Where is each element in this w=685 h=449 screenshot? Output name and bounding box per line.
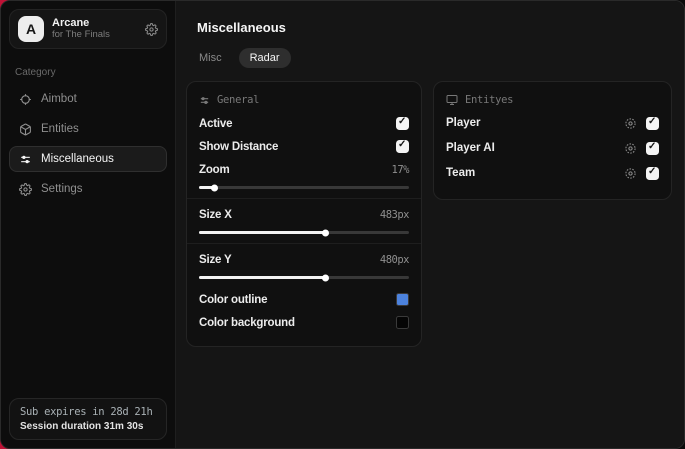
- zoom-slider[interactable]: [199, 184, 409, 191]
- entity-label: Player AI: [446, 142, 495, 154]
- tab-radar[interactable]: Radar: [238, 48, 291, 68]
- app-name: Arcane: [52, 17, 90, 30]
- page-title: Miscellaneous: [197, 20, 286, 35]
- gear-icon: [19, 182, 32, 196]
- gear-icon[interactable]: [145, 22, 158, 36]
- profile-card: A Arcane for The Finals: [9, 9, 167, 49]
- size-y-value: 480px: [379, 253, 410, 266]
- sidebar-item-entities[interactable]: Entities: [9, 116, 167, 142]
- tab-misc[interactable]: Misc: [188, 48, 233, 68]
- setting-row-active: Active: [199, 112, 409, 135]
- entity-row-player-ai: Player AI: [446, 137, 659, 159]
- size-x-value: 483px: [379, 208, 410, 221]
- app-subtitle: for The Finals: [52, 28, 110, 40]
- zoom-value: 17%: [391, 163, 410, 176]
- monitor-icon: [446, 94, 458, 106]
- sidebar-item-label: Miscellaneous: [41, 153, 114, 165]
- show-distance-checkbox[interactable]: [396, 139, 409, 153]
- sliders-icon: [199, 95, 210, 106]
- crosshair-icon: [19, 93, 32, 106]
- setting-label: Zoom: [199, 163, 230, 176]
- tab-bar: Misc Radar: [188, 48, 684, 68]
- player-checkbox[interactable]: [646, 116, 659, 130]
- sidebar-item-miscellaneous[interactable]: Miscellaneous: [9, 146, 167, 172]
- entity-row-team: Team: [446, 162, 659, 184]
- color-background-swatch[interactable]: [396, 316, 409, 329]
- size-x-slider[interactable]: [199, 229, 409, 236]
- setting-row-color-outline: Color outline: [199, 288, 409, 311]
- setting-label: Color background: [199, 316, 295, 329]
- cube-icon: [19, 123, 32, 136]
- gear-icon[interactable]: [624, 142, 637, 155]
- setting-label: Size X: [199, 208, 232, 221]
- sliders-icon: [19, 153, 32, 166]
- active-checkbox[interactable]: [396, 116, 409, 130]
- entity-label: Team: [446, 167, 476, 179]
- size-y-slider[interactable]: [199, 274, 409, 281]
- setting-label: Size Y: [199, 253, 232, 266]
- sidebar-item-aimbot[interactable]: Aimbot: [9, 86, 167, 112]
- setting-label: Show Distance: [199, 140, 279, 153]
- setting-row-show-distance: Show Distance: [199, 135, 409, 158]
- setting-row-zoom: Zoom 17%: [199, 158, 410, 181]
- main-content: Miscellaneous Misc Radar General Active: [176, 1, 684, 448]
- panel-general: General Active Show Distance Zoom 17%: [186, 81, 422, 347]
- sidebar: A Arcane for The Finals Category Aimbot: [1, 1, 176, 448]
- gear-icon[interactable]: [624, 117, 637, 130]
- player-ai-checkbox[interactable]: [646, 141, 659, 155]
- panel-entities: Entityes Player Player AI: [433, 81, 672, 200]
- slider-thumb[interactable]: [322, 274, 329, 281]
- setting-label: Active: [199, 117, 233, 130]
- app-window: A Arcane for The Finals Category Aimbot: [0, 0, 685, 449]
- category-label: Category: [15, 67, 56, 78]
- divider: [187, 198, 421, 199]
- panel-header-label: General: [217, 94, 260, 106]
- entity-row-player: Player: [446, 112, 659, 134]
- slider-thumb[interactable]: [210, 184, 218, 191]
- session-duration-text: Session duration 31m 30s: [20, 421, 144, 432]
- subscription-card: Sub expires in 28d 21h Session duration …: [9, 398, 167, 440]
- setting-row-color-background: Color background: [199, 311, 409, 334]
- avatar: A: [18, 16, 44, 42]
- sidebar-item-label: Aimbot: [41, 93, 77, 105]
- sidebar-item-settings[interactable]: Settings: [9, 176, 167, 202]
- slider-thumb[interactable]: [322, 229, 329, 236]
- sub-expiry-text: Sub expires in 28d 21h: [20, 406, 153, 418]
- setting-label: Color outline: [199, 293, 268, 306]
- panel-header-label: Entityes: [465, 94, 514, 106]
- divider: [187, 243, 421, 244]
- gear-icon[interactable]: [624, 167, 637, 180]
- sidebar-item-label: Entities: [41, 123, 79, 135]
- sidebar-nav: Aimbot Entities Miscellaneous Settings: [9, 86, 167, 202]
- setting-row-size-y: Size Y 480px: [199, 248, 410, 271]
- sidebar-item-label: Settings: [41, 183, 83, 195]
- entity-label: Player: [446, 117, 481, 129]
- color-outline-swatch[interactable]: [396, 293, 409, 306]
- setting-row-size-x: Size X 483px: [199, 203, 410, 226]
- team-checkbox[interactable]: [646, 166, 659, 180]
